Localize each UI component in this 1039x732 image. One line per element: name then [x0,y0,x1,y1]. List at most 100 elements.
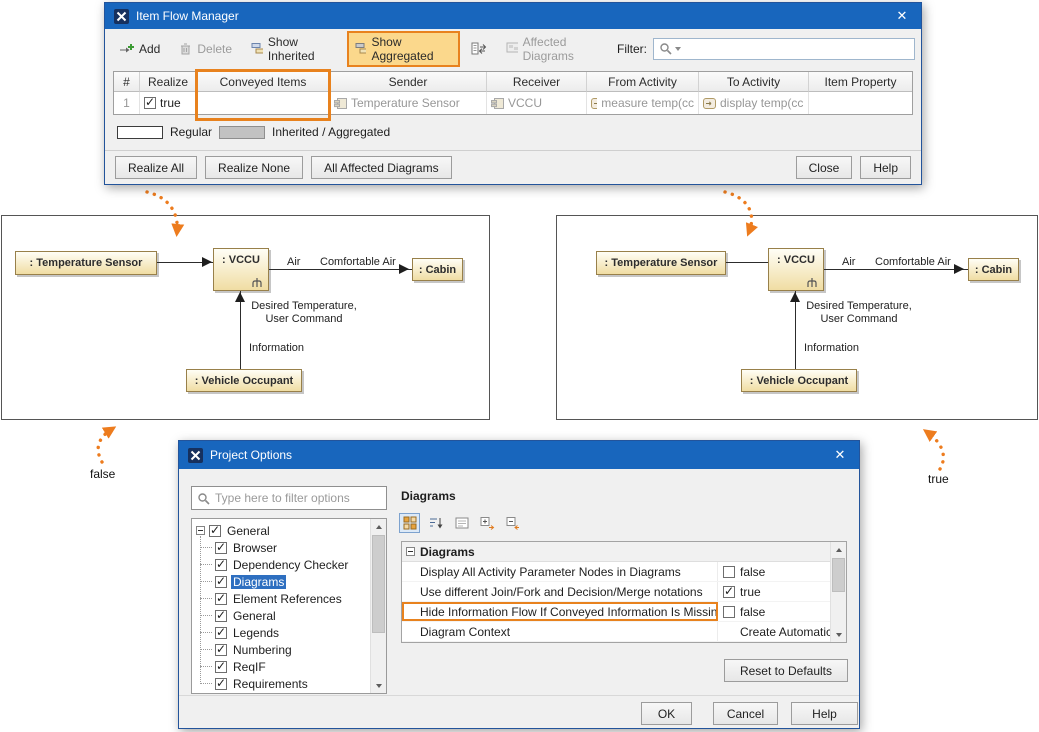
checkbox[interactable] [723,586,735,598]
alphabetical-sort-icon[interactable] [425,513,446,533]
property-value[interactable]: false [718,562,830,581]
part-temperature-sensor[interactable]: : Temperature Sensor [15,251,157,275]
checkbox[interactable] [215,576,227,588]
tree-item-diagrams[interactable]: Diagrams [207,573,384,590]
checkbox[interactable] [215,610,227,622]
all-affected-diagrams-button[interactable]: All Affected Diagrams [311,156,452,179]
receiver-cell[interactable]: VCCU [487,92,587,114]
part-cabin[interactable]: : Cabin [412,258,463,281]
ok-button[interactable]: OK [641,702,692,725]
scroll-up-icon[interactable] [831,542,846,557]
item-property-cell[interactable] [809,92,912,114]
column-header-item-property[interactable]: Item Property [809,72,912,92]
select-in-tree-button[interactable] [463,38,495,59]
property-value[interactable]: Create Automatically [718,622,830,641]
scroll-down-icon[interactable] [371,678,386,693]
tree-item-reqif[interactable]: ReqIF [207,658,384,675]
tree-item-general-root[interactable]: General [194,522,384,539]
options-tree: General Browser Dependency Checker Diagr… [191,518,387,694]
checkbox[interactable] [215,678,227,690]
column-header-receiver[interactable]: Receiver [487,72,587,92]
column-header-conveyed-items[interactable]: Conveyed Items [197,72,330,92]
property-value[interactable]: false [718,602,830,621]
user-command-line: User Command [799,313,919,326]
categorized-view-icon[interactable] [399,513,420,533]
expand-all-icon[interactable] [477,513,498,533]
cancel-button[interactable]: Cancel [713,702,778,725]
options-filter-input[interactable] [215,491,381,505]
close-icon[interactable] [892,6,912,26]
rake-icon [806,278,818,287]
tree-item-legends[interactable]: Legends [207,624,384,641]
checkbox[interactable] [215,559,227,571]
grid-scrollbar[interactable] [830,542,846,642]
filter-input[interactable] [684,40,909,58]
scroll-up-icon[interactable] [371,519,386,534]
tree-item-browser[interactable]: Browser [207,539,384,556]
property-row[interactable]: Use different Join/Fork and Decision/Mer… [402,582,830,602]
property-value[interactable]: true [718,582,830,601]
part-temperature-sensor[interactable]: : Temperature Sensor [596,251,726,275]
checkbox[interactable] [215,542,227,554]
regular-swatch [117,126,163,139]
checkbox[interactable] [215,593,227,605]
scroll-down-icon[interactable] [831,627,846,642]
property-row[interactable]: Display All Activity Parameter Nodes in … [402,562,830,582]
collapse-all-icon[interactable] [503,513,524,533]
titlebar[interactable]: Project Options [179,441,859,469]
close-button[interactable]: Close [796,156,853,179]
table-row[interactable]: 1 true Temperature Sensor VCCU measure t… [114,92,912,114]
dialog-title: Item Flow Manager [136,9,239,23]
part-vehicle-occupant[interactable]: : Vehicle Occupant [741,369,857,392]
collapse-icon[interactable] [406,547,415,556]
property-group-header[interactable]: Diagrams [402,542,830,562]
app-icon [114,9,129,24]
add-icon [119,42,134,56]
checkbox[interactable] [215,644,227,656]
column-header-from-activity[interactable]: From Activity [587,72,699,92]
tree-item-dependency-checker[interactable]: Dependency Checker [207,556,384,573]
part-cabin[interactable]: : Cabin [968,258,1019,281]
to-activity-cell[interactable]: display temp(cc [699,92,809,114]
checkbox[interactable] [215,627,227,639]
tree-scrollbar[interactable] [370,519,386,693]
show-aggregated-button[interactable]: Show Aggregated [347,31,460,67]
column-header-index[interactable]: # [114,72,140,92]
close-icon[interactable] [830,445,850,465]
from-activity-cell[interactable]: measure temp(cc [587,92,699,114]
checkbox[interactable] [723,566,735,578]
help-button[interactable]: Help [860,156,911,179]
sender-cell[interactable]: Temperature Sensor [330,92,487,114]
reset-to-defaults-button[interactable]: Reset to Defaults [724,659,848,682]
realize-all-button[interactable]: Realize All [115,156,197,179]
add-button[interactable]: Add [111,38,168,60]
checkbox[interactable] [723,606,735,618]
scrollbar-thumb[interactable] [372,535,385,633]
property-row[interactable]: Diagram Context Create Automatically [402,622,830,642]
tree-item-element-references[interactable]: Element References [207,590,384,607]
description-area-icon[interactable] [451,513,472,533]
affected-diagrams-button[interactable]: Affected Diagrams [498,31,614,67]
part-vccu[interactable]: : VCCU [768,248,824,291]
help-button[interactable]: Help [791,702,858,725]
scrollbar-thumb[interactable] [832,558,845,592]
part-vccu[interactable]: : VCCU [213,248,269,291]
tree-item-numbering[interactable]: Numbering [207,641,384,658]
property-row-highlighted[interactable]: Hide Information Flow If Conveyed Inform… [402,602,830,622]
checkbox[interactable] [215,661,227,673]
conveyed-items-cell[interactable] [197,92,330,114]
tree-item-requirements[interactable]: Requirements [207,675,384,692]
delete-button[interactable]: Delete [171,38,240,60]
tree-item-general[interactable]: General [207,607,384,624]
titlebar[interactable]: Item Flow Manager [105,3,921,29]
part-vehicle-occupant[interactable]: : Vehicle Occupant [186,369,302,392]
checkbox[interactable] [209,525,221,537]
realize-none-button[interactable]: Realize None [205,156,303,179]
realize-checkbox[interactable] [144,97,156,109]
show-inherited-button[interactable]: Show Inherited [243,31,344,67]
column-header-realize[interactable]: Realize [140,72,197,92]
column-header-sender[interactable]: Sender [330,72,487,92]
search-dropdown-icon[interactable] [675,47,681,51]
collapse-icon[interactable] [196,526,205,535]
column-header-to-activity[interactable]: To Activity [699,72,809,92]
